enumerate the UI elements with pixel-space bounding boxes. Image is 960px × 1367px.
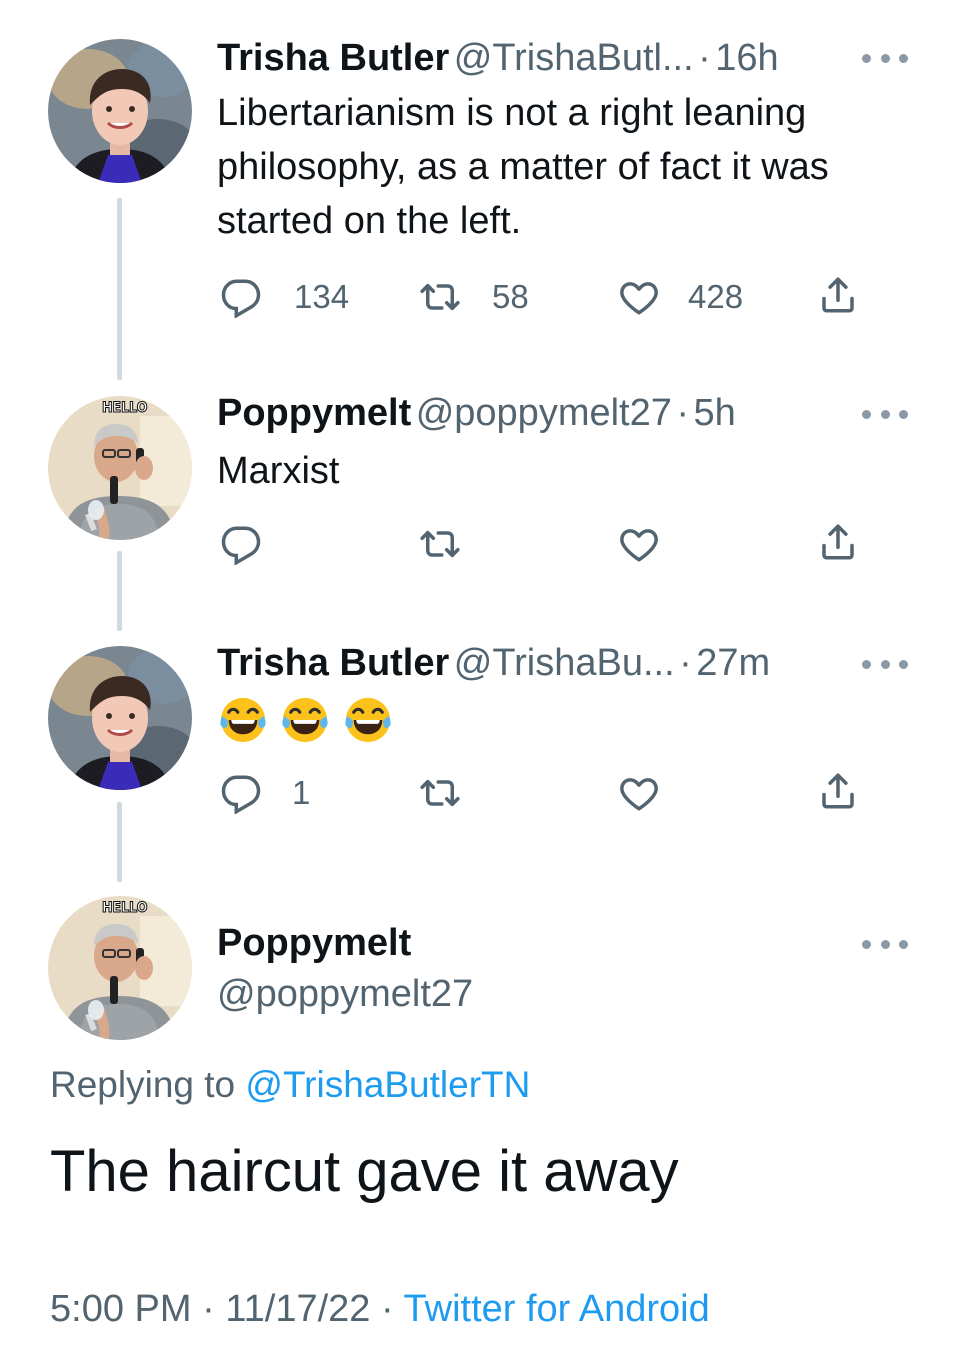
separator: · (202, 1288, 215, 1330)
tweet-header: Trisha Butler @TrishaButl... · 16h (217, 34, 779, 90)
avatar-badge-text: HELLO (101, 900, 148, 917)
share-icon (817, 274, 859, 316)
thread-line (117, 551, 122, 631)
retweet-icon (414, 772, 466, 814)
tweet-date[interactable]: 11/17/22 (225, 1288, 370, 1330)
more-icon[interactable] (862, 408, 908, 420)
author-handle[interactable]: @TrishaButl... (454, 37, 694, 79)
share-button[interactable] (817, 274, 859, 316)
tweet-time[interactable]: 5:00 PM (50, 1288, 192, 1330)
avatar-badge-text: HELLO (101, 400, 148, 417)
avatar-poppymelt[interactable]: HELLO (48, 896, 192, 1040)
face-with-tears-of-joy-icon (279, 694, 331, 746)
share-icon (817, 521, 859, 563)
author-name[interactable]: Poppymelt (217, 922, 411, 964)
author-name-line: Poppymelt (217, 919, 411, 975)
like-button[interactable] (616, 772, 662, 814)
retweet-button[interactable] (414, 523, 466, 565)
more-icon[interactable] (862, 658, 908, 670)
avatar-trisha-butler[interactable] (48, 39, 192, 183)
tweet-header: Trisha Butler @TrishaBu... · 27m (217, 639, 770, 695)
share-icon (817, 770, 859, 812)
author-handle[interactable]: @poppymelt27 (416, 392, 672, 434)
tweet-emojis (217, 694, 400, 746)
face-with-tears-of-joy-icon (342, 694, 394, 746)
retweet-count: 58 (492, 278, 529, 315)
author-handle[interactable]: @TrishaBu... (454, 642, 675, 684)
reply-count: 1 (292, 774, 311, 811)
share-button[interactable] (817, 521, 859, 563)
retweet-icon (414, 523, 466, 565)
author-name[interactable]: Trisha Butler (217, 642, 449, 684)
author-name[interactable]: Poppymelt (217, 392, 411, 434)
tweet-time[interactable]: 5h (693, 392, 735, 434)
more-icon[interactable] (862, 52, 908, 64)
reply-button[interactable] (220, 523, 262, 565)
separator: · (676, 392, 689, 434)
tweet-source-link[interactable]: Twitter for Android (404, 1288, 710, 1330)
share-button[interactable] (817, 770, 859, 812)
like-icon (616, 276, 662, 318)
tweet-text: Marxist (217, 450, 340, 492)
like-count: 428 (688, 278, 744, 315)
like-icon (616, 523, 662, 565)
retweet-icon (414, 276, 466, 318)
like-button[interactable]: 428 (616, 276, 743, 318)
tweet-time[interactable]: 27m (696, 642, 770, 684)
reply-button[interactable]: 134 (220, 276, 349, 318)
like-icon (616, 772, 662, 814)
reply-button[interactable]: 1 (220, 772, 310, 814)
thread-line (117, 198, 122, 380)
tweet-meta: 5:00 PM · 11/17/22 · Twitter for Android (50, 1288, 710, 1331)
more-icon[interactable] (862, 938, 908, 950)
reply-count: 134 (294, 278, 350, 315)
reply-icon (220, 276, 262, 318)
author-handle-line: @poppymelt27 (217, 970, 473, 1026)
separator: · (698, 37, 711, 79)
tweet-text: Libertarianism is not a right leaning ph… (217, 92, 829, 242)
tweet-header: Poppymelt @poppymelt27 · 5h (217, 389, 736, 445)
face-with-tears-of-joy-icon (217, 694, 269, 746)
replying-to: Replying to @TrishaButlerTN (50, 1064, 530, 1106)
separator: · (679, 642, 692, 684)
retweet-button[interactable] (414, 772, 466, 814)
tweet-text: The haircut gave it away (50, 1139, 679, 1204)
like-button[interactable] (616, 523, 662, 565)
tweet-time[interactable]: 16h (715, 37, 778, 79)
reply-icon (220, 523, 262, 565)
thread-line (117, 802, 122, 882)
author-name[interactable]: Trisha Butler (217, 37, 449, 79)
separator: · (380, 1288, 394, 1330)
replying-handle-link[interactable]: @TrishaButlerTN (245, 1064, 530, 1105)
author-handle[interactable]: @poppymelt27 (217, 973, 473, 1015)
retweet-button[interactable]: 58 (414, 276, 529, 318)
reply-icon (220, 772, 262, 814)
replying-prefix: Replying to (50, 1064, 236, 1105)
avatar-poppymelt[interactable]: HELLO (48, 396, 192, 540)
avatar-trisha-butler[interactable] (48, 646, 192, 790)
